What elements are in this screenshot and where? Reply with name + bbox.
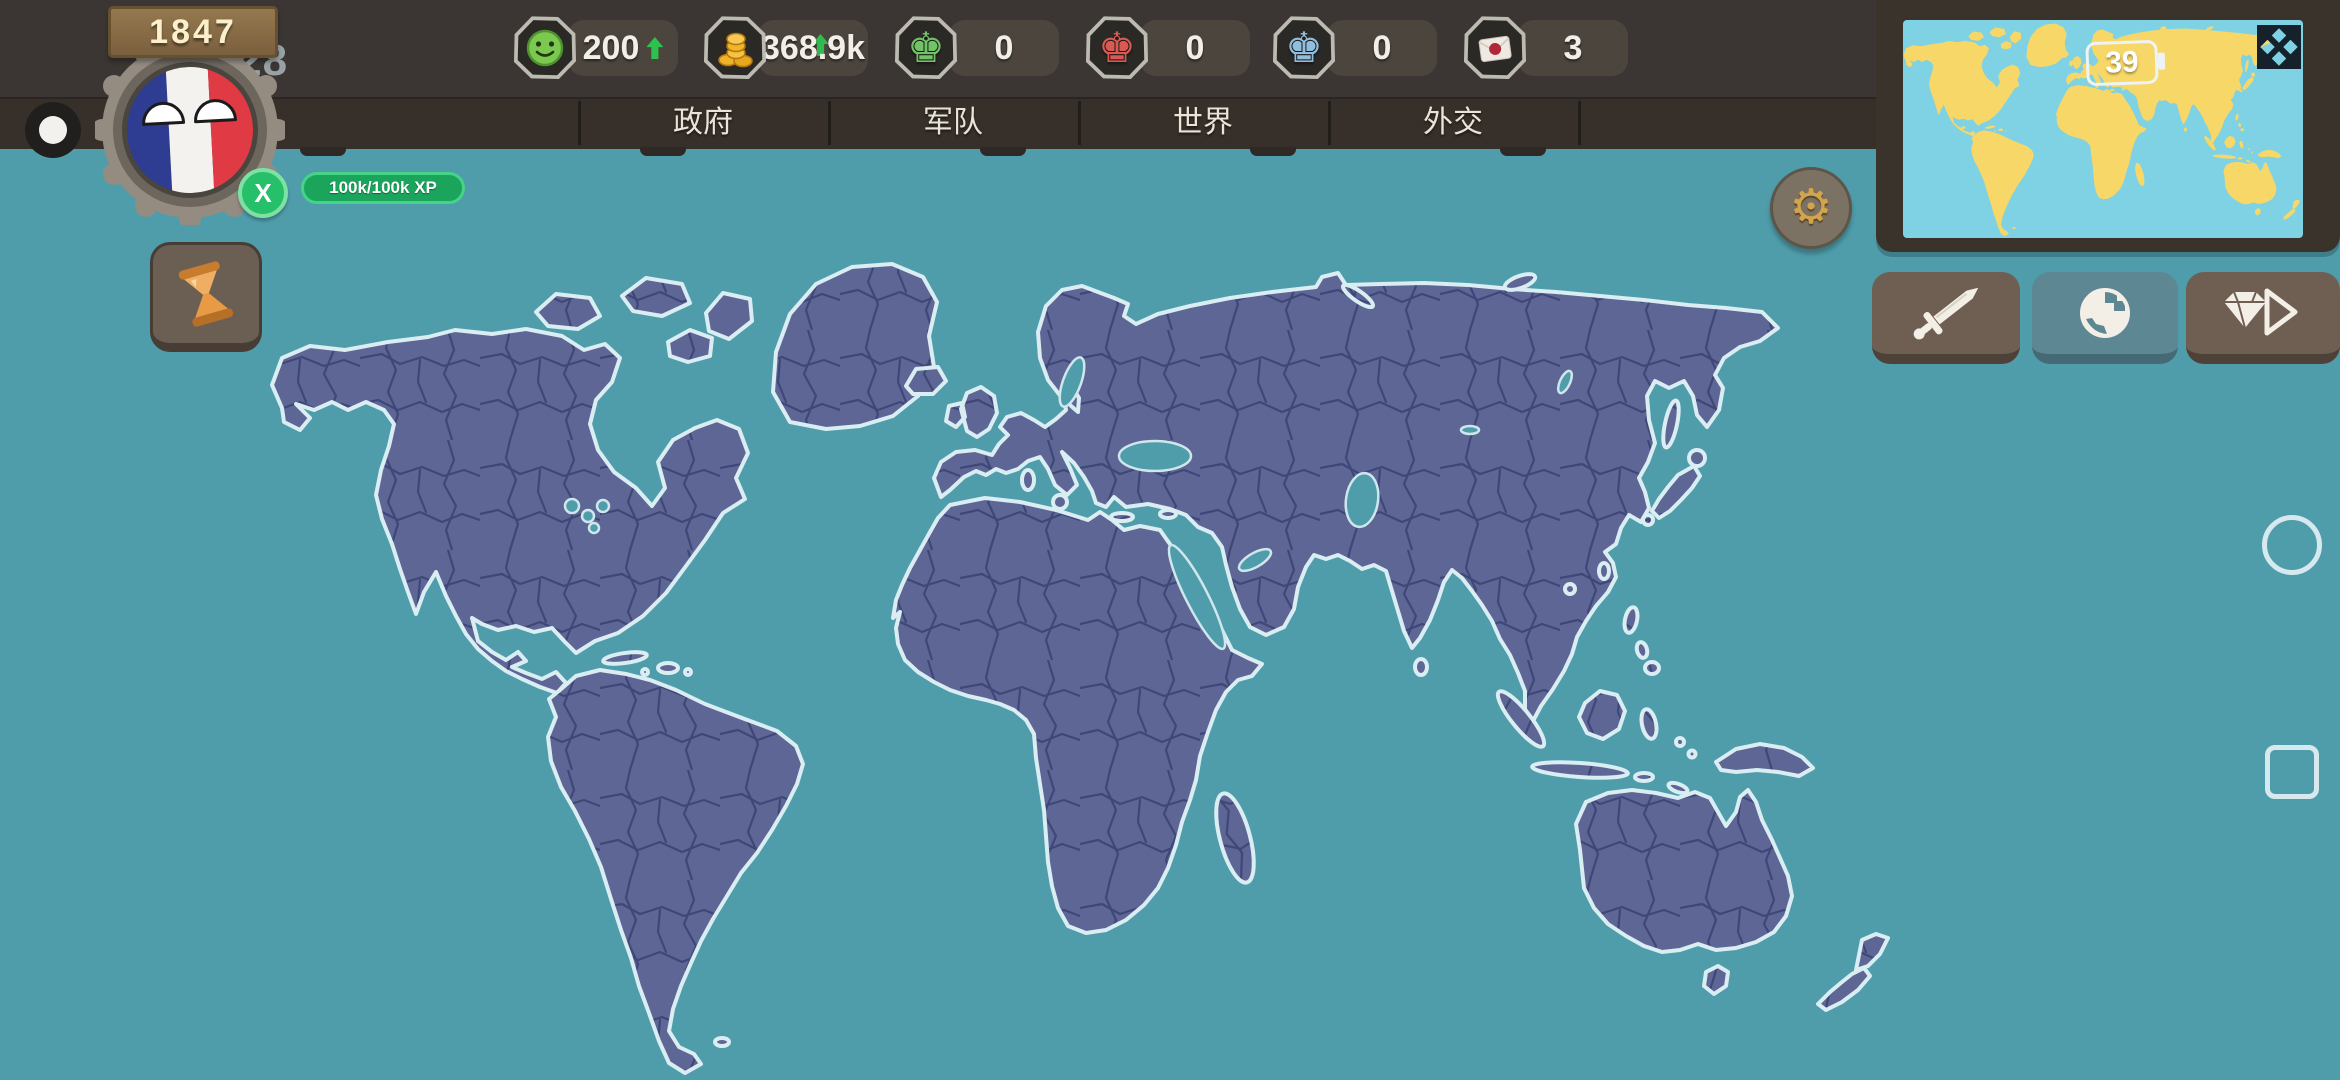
xp-progress-bar: 100k/100k XP [301,172,465,204]
level-badge[interactable]: X [238,168,288,218]
coins-icon [718,32,753,68]
gem-ad-icon [2224,288,2298,336]
green-crown-value: 0 [994,28,1014,67]
red-crown-value: 0 [1185,28,1205,67]
crown-red-icon: ♚ [1098,24,1136,71]
mail-counter[interactable]: 3 [1518,20,1628,76]
tab-world[interactable]: 世界 [1078,97,1328,149]
smiley-icon [526,29,564,67]
green-crown-counter[interactable]: 0 [949,20,1059,76]
premium-shop-button[interactable] [2186,272,2340,364]
blue-crown-value: 0 [1372,28,1392,67]
time-hourglass-button[interactable] [150,242,262,352]
sword-icon [1913,287,1979,340]
globe-icon [2080,288,2130,338]
xp-label: 100k/100k XP [329,178,437,197]
minimap-speed-value: 39 [2104,45,2140,80]
android-recents-button[interactable] [2265,745,2319,799]
bar-edge-decor [1250,147,1296,156]
camera-cutout [25,102,81,158]
mail-value: 3 [1563,28,1583,67]
game-screen: 政府 军队 世界 外交 200 368.9k 0 ♚ 0 ♚ 0 ♚ 3 184… [0,0,2340,1080]
expand-arrows-icon [2257,25,2301,69]
minimap-speed-badge: 39 [2085,39,2159,87]
year-banner: 1847 [108,6,278,58]
bar-edge-decor [640,147,686,156]
tab-government[interactable]: 政府 [578,97,828,149]
gold-counter[interactable]: 368.9k [758,20,868,76]
year-label: 1847 [149,12,237,51]
bar-edge-decor [300,147,346,156]
trend-up-icon [646,37,664,59]
hourglass-icon [178,261,234,327]
tab-divider [1578,101,1581,145]
war-button[interactable] [1872,272,2020,364]
minimap-expand-button[interactable] [2256,24,2302,70]
happiness-value: 200 [582,28,640,67]
android-home-button[interactable] [2262,515,2322,575]
world-button[interactable] [2032,272,2178,364]
blue-crown-counter[interactable]: 0 [1327,20,1437,76]
happiness-counter[interactable]: 200 [568,20,678,76]
red-crown-counter[interactable]: 0 [1140,20,1250,76]
settings-button[interactable]: ⚙ [1770,167,1852,249]
crown-green-icon: ♚ [907,24,945,71]
tab-army[interactable]: 军队 [828,97,1078,149]
bar-edge-decor [980,147,1026,156]
gold-value: 368.9k [761,28,865,67]
tab-diplomacy[interactable]: 外交 [1328,97,1578,149]
bar-edge-decor [1500,147,1546,156]
level-badge-label: X [254,177,272,208]
gear-icon: ⚙ [1789,181,1833,234]
crown-blue-icon: ♚ [1285,24,1323,71]
envelope-icon [1478,35,1512,63]
